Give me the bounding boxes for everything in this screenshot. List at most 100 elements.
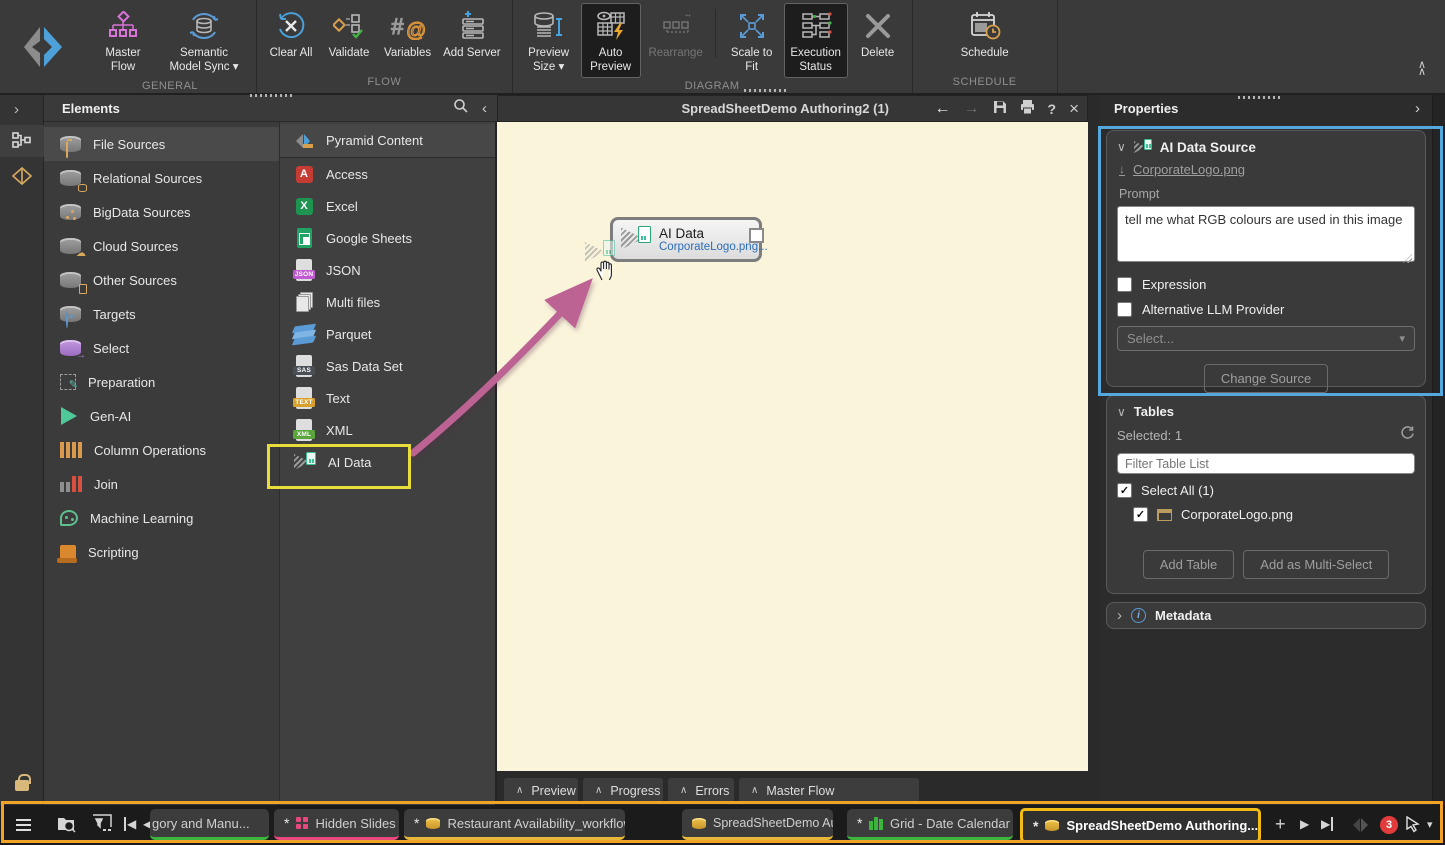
change-source-button[interactable]: Change Source [1204, 364, 1328, 393]
content-search-icon[interactable] [56, 814, 78, 839]
errors-tab[interactable]: ∧ Errors [668, 778, 734, 803]
last-tab-icon[interactable]: ▶ [1321, 817, 1333, 831]
new-tab-icon[interactable]: + [1275, 814, 1286, 835]
prompt-input[interactable]: tell me what RGB colours are used in thi… [1117, 206, 1415, 262]
category-scripting[interactable]: Scripting [44, 535, 279, 569]
preview-tab[interactable]: ∧ Preview [504, 778, 578, 803]
filetype-json[interactable]: JSON JSON [280, 254, 495, 286]
content-tab-restaurant-workflow[interactable]: * Restaurant Availability_workflow [404, 809, 625, 840]
preview-size-button[interactable]: Preview Size ▾ [519, 3, 579, 78]
collapse-panel-icon[interactable]: ‹ [482, 100, 487, 117]
refresh-icon[interactable] [1400, 425, 1415, 445]
content-tab-spreadsheetdemo2[interactable]: SpreadSheetDemo Authoring2 [682, 809, 833, 840]
filetype-parquet[interactable]: Parquet [280, 318, 495, 350]
category-machine-learning[interactable]: Machine Learning [44, 501, 279, 535]
filter-view-icon[interactable] [92, 814, 114, 839]
filetype-pyramid-content[interactable]: Pyramid Content [280, 124, 495, 158]
undo-icon[interactable]: ← [935, 100, 951, 118]
add-multi-select-button[interactable]: Add as Multi-Select [1243, 550, 1389, 579]
category-gen-ai[interactable]: Gen-AI [44, 399, 279, 433]
master-flow-button[interactable]: Master Flow [90, 3, 156, 78]
source-section-title: AI Data Source [1160, 140, 1256, 155]
tables-section-title: Tables [1134, 404, 1174, 419]
content-tab-1[interactable]: gory and Manu... [150, 809, 269, 840]
scrollbar[interactable] [1432, 95, 1445, 805]
semantic-model-sync-button[interactable]: Semantic Model Sync ▾ [158, 3, 250, 78]
close-canvas-icon[interactable]: × [1069, 99, 1079, 119]
filetype-sas-data-set[interactable]: SAS Sas Data Set [280, 350, 495, 382]
source-file-link[interactable]: CorporateLogo.png [1133, 162, 1245, 177]
clear-all-button[interactable]: Clear All [263, 3, 319, 74]
master-flow-tab[interactable]: ∧ Master Flow [739, 778, 919, 803]
taskbar: ◀ ◀ gory and Manu... * Hidden Slides * R… [0, 805, 1445, 845]
llm-provider-select[interactable]: Select... ▾ [1117, 326, 1415, 351]
validate-button[interactable]: Validate [321, 3, 377, 74]
delete-button[interactable]: Delete [850, 3, 906, 78]
dataflow-tool-icon[interactable] [0, 125, 44, 157]
variables-button[interactable]: # @ Variables [379, 3, 436, 74]
category-select[interactable]: → Select [44, 331, 279, 365]
filetype-xml[interactable]: XML XML [280, 414, 495, 446]
save-icon[interactable] [993, 100, 1007, 117]
panel-resize-grip[interactable] [1238, 96, 1280, 99]
ai-data-node[interactable]: AI Data CorporateLogo.png... [610, 217, 762, 262]
pointer-menu-caret-icon[interactable]: ▾ [1427, 818, 1433, 831]
add-table-button[interactable]: Add Table [1143, 550, 1235, 579]
model-tool-icon[interactable] [0, 161, 44, 191]
filetype-access[interactable]: A Access [280, 158, 495, 190]
category-targets[interactable]: Targets [44, 297, 279, 331]
filetype-ai-data[interactable]: AI Data [280, 446, 495, 478]
gen-ai-icon [61, 407, 77, 425]
category-column-operations[interactable]: Column Operations [44, 433, 279, 467]
pointer-icon[interactable] [1404, 815, 1421, 838]
search-icon[interactable] [453, 98, 468, 118]
menu-icon[interactable] [16, 819, 31, 834]
first-tab-icon[interactable]: ◀ [124, 817, 136, 831]
filter-table-input[interactable] [1117, 453, 1415, 474]
download-icon[interactable]: ↓ [1119, 164, 1125, 176]
node-subtitle[interactable]: CorporateLogo.png... [659, 241, 768, 253]
category-bigdata-sources[interactable]: BigData Sources [44, 195, 279, 229]
collapse-section-icon[interactable]: ∨ [1117, 140, 1126, 154]
category-other-sources[interactable]: Other Sources [44, 263, 279, 297]
panel-expand-icon[interactable]: › [14, 101, 19, 118]
metadata-card[interactable]: › i Metadata [1106, 602, 1426, 629]
execution-status-button[interactable]: Execution Status [784, 3, 848, 78]
table-row[interactable]: ✓ CorporateLogo.png [1133, 507, 1415, 522]
filetype-google-sheets[interactable]: Google Sheets [280, 222, 495, 254]
expand-section-icon[interactable]: › [1117, 607, 1122, 624]
select-all-checkbox[interactable]: ✓ [1117, 483, 1132, 498]
alternative-llm-checkbox[interactable] [1117, 302, 1132, 317]
validate-label: Validate [329, 47, 370, 61]
collapse-properties-icon[interactable]: › [1415, 100, 1420, 117]
category-cloud-sources[interactable]: ☁ Cloud Sources [44, 229, 279, 263]
print-icon[interactable] [1020, 100, 1035, 117]
auto-preview-button[interactable]: Auto Preview [581, 3, 641, 78]
content-tab-hidden-slides[interactable]: * Hidden Slides [274, 809, 399, 840]
expression-checkbox[interactable] [1117, 277, 1132, 292]
category-preparation[interactable]: Preparation [44, 365, 279, 399]
scale-to-fit-button[interactable]: Scale to Fit [722, 3, 782, 78]
schedule-button[interactable]: Schedule [949, 3, 1021, 74]
add-server-button[interactable]: Add Server [438, 3, 506, 74]
collapse-section-icon[interactable]: ∨ [1117, 405, 1126, 419]
category-relational-sources[interactable]: Relational Sources [44, 161, 279, 195]
content-tab-grid-date-calendar[interactable]: * Grid - Date Calendar [847, 809, 1013, 840]
category-join[interactable]: Join [44, 467, 279, 501]
next-tab-icon[interactable]: ▶ [1300, 817, 1309, 831]
panel-resize-grip[interactable] [250, 94, 292, 97]
progress-tab[interactable]: ∧ Progress [583, 778, 663, 803]
table-checkbox[interactable]: ✓ [1133, 507, 1148, 522]
node-output-port[interactable] [749, 228, 764, 243]
semantic-model-sync-label: Semantic Model Sync ▾ [163, 47, 245, 75]
collapse-ribbon-icon[interactable]: ∧ ∧ [1411, 62, 1433, 84]
content-tab-active-spreadsheetdemo[interactable]: * SpreadSheetDemo Authoring... ▾ [1020, 808, 1261, 843]
help-icon[interactable]: ? [1048, 101, 1057, 117]
notification-badge[interactable]: 3 [1380, 816, 1398, 834]
panel-resize-grip[interactable] [744, 89, 786, 92]
filetype-excel[interactable]: X Excel [280, 190, 495, 222]
filetype-multi-files[interactable]: Multi files [280, 286, 495, 318]
flow-canvas[interactable]: AI Data CorporateLogo.png... [497, 122, 1088, 771]
filetype-text[interactable]: TEXT Text [280, 382, 495, 414]
category-file-sources[interactable]: File Sources [44, 127, 279, 161]
